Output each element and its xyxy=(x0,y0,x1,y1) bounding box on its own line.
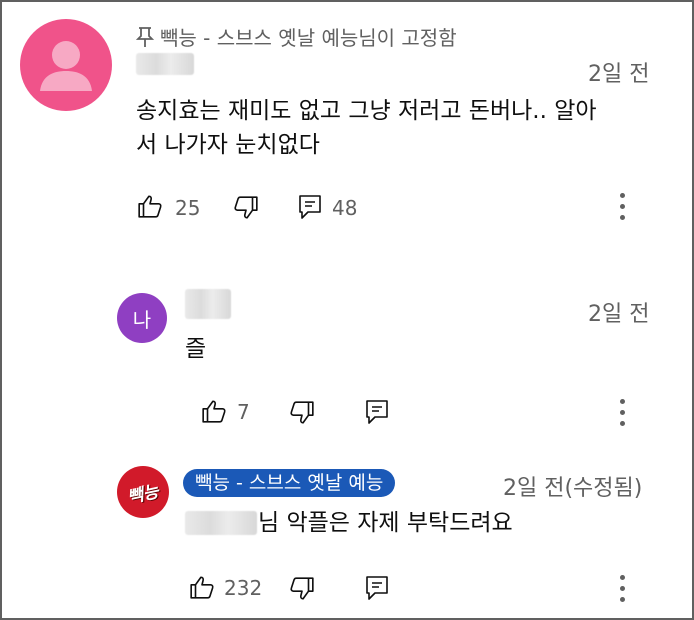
comment-icon xyxy=(299,195,321,219)
reply-reply-button[interactable] xyxy=(363,398,391,426)
reply-like-button[interactable] xyxy=(200,397,228,425)
channel-owner-badge[interactable]: 빽능 - 스브스 옛날 예능 xyxy=(183,469,396,497)
reply-avatar-letter: 나 xyxy=(132,307,152,332)
pinned-by-label: 빽능 - 스브스 옛날 예능님이 고정함 xyxy=(136,22,457,51)
default-avatar-icon xyxy=(40,41,92,91)
owner-reply-like-count: 232 xyxy=(224,576,263,600)
like-button[interactable] xyxy=(136,192,164,220)
owner-reply-text: 님 악플은 자제 부탁드려요 xyxy=(258,510,513,536)
reply-author-redacted[interactable] xyxy=(185,289,231,319)
more-dot xyxy=(619,420,625,426)
reply-text: 즐 xyxy=(185,336,207,362)
owner-reply-like-button[interactable] xyxy=(188,573,216,601)
reply-button[interactable] xyxy=(296,193,324,221)
dislike-button[interactable] xyxy=(232,194,260,222)
owner-reply-reply-button[interactable] xyxy=(363,574,391,602)
comment-text-line2: 서 나가자 눈치없다 xyxy=(136,132,320,158)
reply-time: 2일 전 xyxy=(588,302,650,327)
owner-reply-more-button[interactable] xyxy=(612,570,632,606)
more-dot xyxy=(619,192,625,198)
thumbs-down-icon xyxy=(234,196,258,219)
channel-logo: 빽능 xyxy=(126,481,161,508)
pin-icon xyxy=(136,26,154,47)
commenter-avatar[interactable] xyxy=(20,19,112,111)
thumbs-up-icon xyxy=(138,195,162,218)
thumbs-up-icon xyxy=(190,576,214,599)
owner-reply-dislike-button[interactable] xyxy=(288,575,316,603)
more-dot xyxy=(619,585,625,591)
reply-like-count: 7 xyxy=(237,400,250,424)
more-dot xyxy=(619,203,625,209)
commenter-name-redacted[interactable] xyxy=(136,53,194,75)
more-dot xyxy=(619,409,625,415)
comment-icon xyxy=(366,400,388,424)
reply-dislike-button[interactable] xyxy=(288,399,316,427)
reply-more-button[interactable] xyxy=(612,394,632,430)
pinned-text: 빽능 - 스브스 옛날 예능님이 고정함 xyxy=(160,26,457,50)
thumbs-down-icon xyxy=(290,401,314,424)
comment-time: 2일 전 xyxy=(588,62,650,87)
more-dot xyxy=(619,574,625,580)
reply-avatar[interactable]: 나 xyxy=(117,293,167,343)
more-dot xyxy=(619,398,625,404)
mentioned-user-redacted[interactable] xyxy=(185,511,257,535)
owner-reply-time: 2일 전(수정됨) xyxy=(503,476,643,501)
reply-count: 48 xyxy=(332,196,358,220)
more-dot xyxy=(619,596,625,602)
comment-icon xyxy=(366,576,388,600)
thumbs-down-icon xyxy=(290,577,314,600)
comment-text-line1: 송지효는 재미도 없고 그냥 저러고 돈버나.. 알아 xyxy=(136,98,597,124)
comment-more-button[interactable] xyxy=(612,188,632,224)
more-dot xyxy=(619,214,625,220)
like-count: 25 xyxy=(175,196,201,220)
channel-avatar[interactable]: 빽능 xyxy=(117,466,169,518)
thumbs-up-icon xyxy=(202,400,226,423)
